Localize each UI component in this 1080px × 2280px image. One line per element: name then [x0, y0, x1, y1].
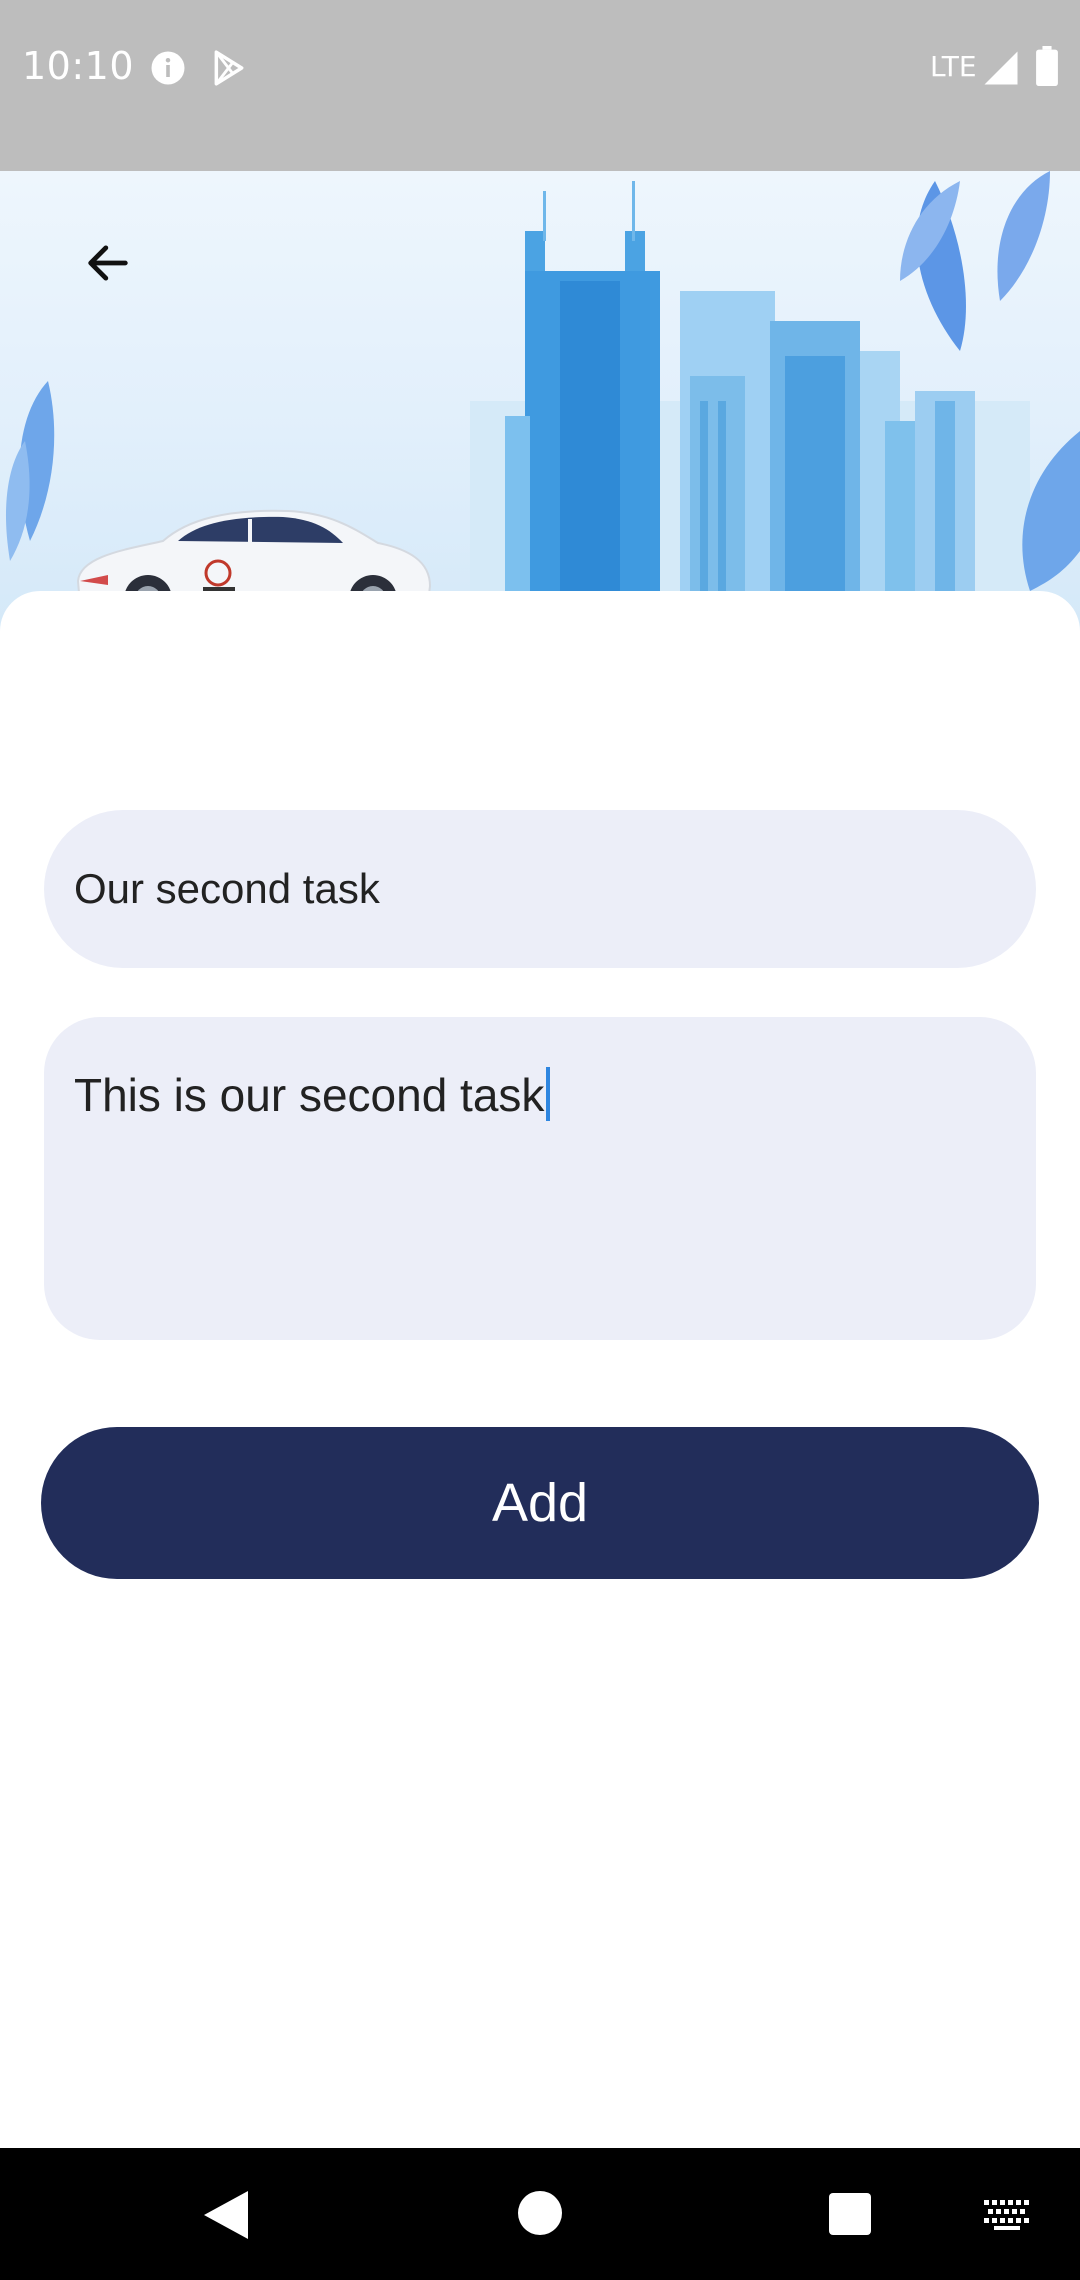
nav-home-icon[interactable] — [518, 2191, 562, 2235]
back-button[interactable] — [60, 215, 156, 311]
add-button[interactable]: Add — [41, 1427, 1039, 1579]
task-description-input[interactable]: This is our second task — [44, 1017, 1036, 1340]
nav-back-icon[interactable] — [204, 2191, 248, 2239]
task-title-value: Our second task — [74, 865, 380, 912]
add-button-label: Add — [491, 1473, 589, 1533]
nav-recents-icon[interactable] — [829, 2193, 871, 2235]
battery-icon — [1036, 46, 1058, 86]
network-type: LTE — [930, 50, 977, 83]
task-description-value: This is our second task — [74, 1069, 545, 1121]
signal-icon — [984, 51, 1018, 85]
content-card-edge — [0, 591, 1080, 651]
task-title-input[interactable]: Our second task — [44, 810, 1036, 968]
add-task-screen: 10:10 LTE Our second task This is our se… — [0, 0, 1080, 2280]
text-cursor — [546, 1067, 551, 1121]
play-store-icon — [214, 50, 244, 86]
info-icon — [151, 51, 185, 85]
status-time: 10:10 — [22, 44, 135, 88]
keyboard-icon[interactable] — [984, 2200, 1030, 2230]
status-bar: 10:10 LTE — [0, 0, 1080, 171]
header-illustration — [0, 171, 1080, 651]
system-navigation-bar — [0, 2148, 1080, 2280]
arrow-back-icon — [88, 245, 128, 281]
